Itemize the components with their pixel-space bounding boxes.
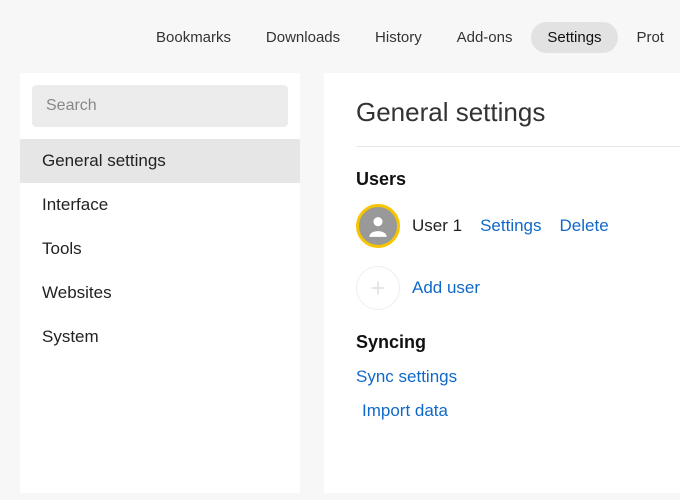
search-input[interactable] [32,85,288,127]
page-title: General settings [356,97,680,147]
sidebar-list: General settings Interface Tools Website… [20,139,300,359]
person-icon [365,213,391,239]
user-name: User 1 [412,216,462,236]
syncing-heading: Syncing [356,332,680,353]
user-delete-link[interactable]: Delete [560,216,609,236]
syncing-section: Syncing Sync settings Import data [356,332,680,421]
user-settings-link[interactable]: Settings [480,216,541,236]
sidebar-item-tools[interactable]: Tools [20,227,300,271]
sidebar-item-websites[interactable]: Websites [20,271,300,315]
add-user-link[interactable]: Add user [412,278,480,298]
main-panel: General settings Users User 1 Settings D… [324,73,680,493]
add-user-row[interactable]: Add user [356,266,680,310]
users-heading: Users [356,169,680,190]
sidebar: General settings Interface Tools Website… [20,73,300,493]
nav-downloads[interactable]: Downloads [250,22,356,53]
sidebar-item-system[interactable]: System [20,315,300,359]
import-data-link[interactable]: Import data [362,401,680,421]
sidebar-item-general[interactable]: General settings [20,139,300,183]
nav-history[interactable]: History [359,22,438,53]
sidebar-item-interface[interactable]: Interface [20,183,300,227]
sync-settings-link[interactable]: Sync settings [356,367,680,387]
nav-bookmarks[interactable]: Bookmarks [140,22,247,53]
users-section: Users User 1 Settings Delete [356,169,680,310]
nav-settings[interactable]: Settings [531,22,617,53]
nav-protection[interactable]: Prot [620,22,680,53]
sync-links: Sync settings Import data [356,367,680,421]
user-row: User 1 Settings Delete [356,204,680,248]
nav-addons[interactable]: Add-ons [441,22,529,53]
workspace: General settings Interface Tools Website… [0,73,680,493]
search-wrap [20,85,300,139]
top-nav: Bookmarks Downloads History Add-ons Sett… [0,0,680,73]
avatar[interactable] [356,204,400,248]
plus-icon [356,266,400,310]
